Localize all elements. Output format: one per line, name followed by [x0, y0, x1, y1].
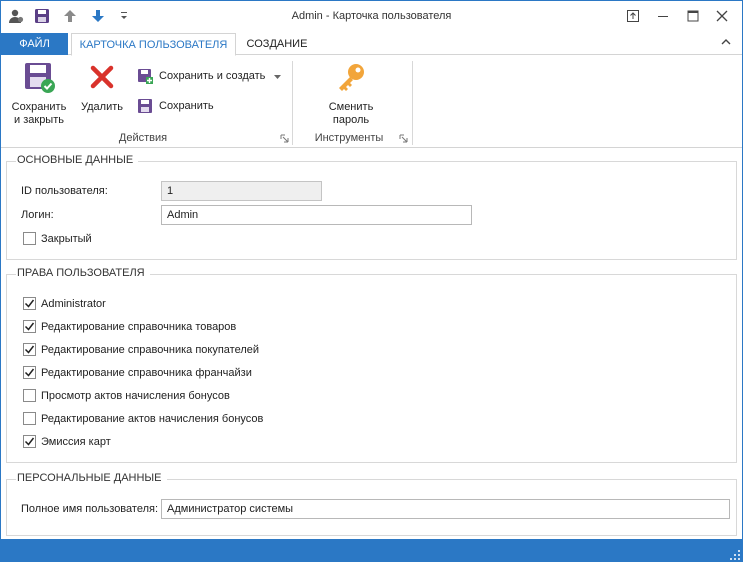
change-password-label-1: Сменить — [328, 101, 374, 113]
pin-icon[interactable] — [621, 6, 645, 26]
right-checkbox-label: Редактирование актов начисления бонусов — [41, 412, 264, 425]
save-close-label-1: Сохранить — [11, 101, 67, 113]
ribbon: Сохранить и закрыть Удалить Сохранить и … — [1, 55, 742, 148]
status-bar — [1, 539, 742, 561]
tools-dialog-launcher-icon[interactable] — [399, 134, 408, 143]
right-checkbox-label: Administrator — [41, 297, 106, 310]
fullname-field[interactable]: Администратор системы — [161, 499, 730, 519]
save-create-label: Сохранить и создать — [159, 70, 266, 82]
close-icon[interactable] — [710, 6, 734, 26]
right-checkbox-label: Эмиссия карт — [41, 435, 111, 448]
checkbox-unchecked[interactable] — [23, 389, 36, 402]
chevron-down-icon[interactable] — [274, 70, 282, 82]
group-tools-label: Инструменты — [314, 132, 384, 144]
section-user-rights: ПРАВА ПОЛЬЗОВАТЕЛЯ Administrator Редактир… — [6, 267, 737, 463]
checkbox-unchecked[interactable] — [23, 412, 36, 425]
tab-file[interactable]: ФАЙЛ — [1, 33, 68, 55]
key-icon — [335, 60, 367, 94]
checkbox-checked[interactable] — [23, 366, 36, 379]
delete-icon — [86, 60, 118, 94]
checkbox-checked[interactable] — [23, 343, 36, 356]
section-personal-title: ПЕРСОНАЛЬНЫЕ ДАННЫЕ — [16, 472, 167, 484]
save-label: Сохранить — [159, 100, 214, 112]
closed-checkbox-label: Закрытый — [41, 232, 92, 245]
form-content: ОСНОВНЫЕ ДАННЫЕ ID пользователя: 1 Логин… — [1, 149, 742, 539]
delete-button[interactable]: Удалить — [75, 60, 129, 114]
group-separator — [292, 61, 293, 145]
closed-checkbox-box[interactable] — [23, 232, 36, 245]
login-label: Логин: — [21, 209, 54, 221]
login-field[interactable]: Admin — [161, 205, 472, 225]
section-basic-data: ОСНОВНЫЕ ДАННЫЕ ID пользователя: 1 Логин… — [6, 154, 737, 260]
save-create-button[interactable]: Сохранить и создать — [137, 67, 282, 85]
title-bar: Admin - Карточка пользователя — [1, 1, 742, 32]
right-checkbox[interactable]: Просмотр актов начисления бонусов — [23, 389, 230, 402]
section-personal-data: ПЕРСОНАЛЬНЫЕ ДАННЫЕ Полное имя пользоват… — [6, 472, 737, 536]
right-checkbox[interactable]: Редактирование справочника товаров — [23, 320, 236, 333]
user-id-field: 1 — [161, 181, 322, 201]
right-checkbox-label: Редактирование справочника покупателей — [41, 343, 260, 356]
resize-grip-icon[interactable] — [730, 550, 740, 560]
save-close-label-2: и закрыть — [14, 114, 64, 126]
save-create-icon — [137, 68, 153, 84]
right-checkbox[interactable]: Редактирование справочника франчайзи — [23, 366, 252, 379]
tab-user-card[interactable]: КАРТОЧКА ПОЛЬЗОВАТЕЛЯ — [71, 33, 236, 56]
closed-checkbox[interactable]: Закрытый — [23, 232, 92, 245]
change-password-button[interactable]: Сменить пароль — [319, 60, 383, 127]
change-password-label-2: пароль — [332, 114, 370, 126]
group-actions-label: Действия — [118, 132, 168, 144]
ribbon-tabs: ФАЙЛ КАРТОЧКА ПОЛЬЗОВАТЕЛЯ СОЗДАНИЕ — [1, 33, 742, 56]
right-checkbox[interactable]: Эмиссия карт — [23, 435, 111, 448]
save-button[interactable]: Сохранить — [137, 97, 214, 115]
checkbox-checked[interactable] — [23, 320, 36, 333]
right-checkbox[interactable]: Administrator — [23, 297, 106, 310]
save-close-icon — [23, 60, 55, 94]
checkbox-checked[interactable] — [23, 435, 36, 448]
section-rights-title: ПРАВА ПОЛЬЗОВАТЕЛЯ — [16, 267, 150, 279]
collapse-ribbon-icon[interactable] — [720, 36, 734, 50]
minimize-icon[interactable] — [651, 6, 675, 26]
tab-create[interactable]: СОЗДАНИЕ — [238, 33, 316, 55]
right-checkbox[interactable]: Редактирование актов начисления бонусов — [23, 412, 263, 425]
section-basic-title: ОСНОВНЫЕ ДАННЫЕ — [16, 154, 139, 166]
save-small-icon — [137, 98, 153, 114]
checkbox-checked[interactable] — [23, 297, 36, 310]
right-checkbox-label: Редактирование справочника товаров — [41, 320, 237, 333]
actions-dialog-launcher-icon[interactable] — [280, 134, 289, 143]
user-id-label: ID пользователя: — [21, 185, 108, 197]
fullname-label: Полное имя пользователя: — [21, 503, 159, 515]
right-checkbox-label: Редактирование справочника франчайзи — [41, 366, 252, 379]
right-checkbox[interactable]: Редактирование справочника покупателей — [23, 343, 259, 356]
save-close-button[interactable]: Сохранить и закрыть — [7, 60, 71, 127]
maximize-icon[interactable] — [681, 6, 705, 26]
group-separator — [412, 61, 413, 145]
right-checkbox-label: Просмотр актов начисления бонусов — [41, 389, 230, 402]
delete-label: Удалить — [81, 101, 123, 113]
user-card-window: Admin - Карточка пользователя ФАЙЛ КАРТО… — [0, 0, 743, 562]
